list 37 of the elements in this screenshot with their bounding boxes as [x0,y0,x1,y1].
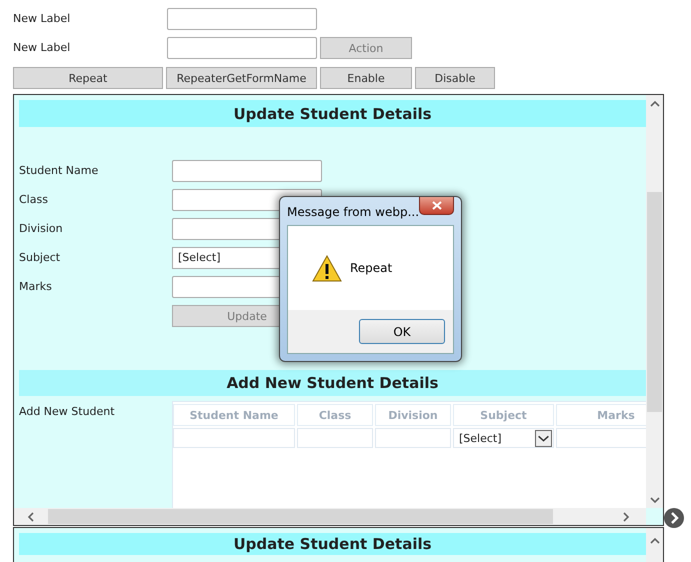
field-label: Division [19,221,64,237]
toolbar-button[interactable]: Enable [320,67,412,89]
chevron-down-icon[interactable] [650,496,660,504]
select-field[interactable]: [Select] [453,428,554,448]
column-header: Division [375,404,451,426]
field-label: Student Name [19,163,100,179]
field-label: Add New Student [19,404,116,420]
section-header: Update Student Details [19,100,646,127]
toolbar-button[interactable]: RepeaterGetFormName [166,67,317,89]
dropdown-caret-icon[interactable] [535,430,552,446]
field-label: Class [19,192,49,208]
column-header: Subject [453,404,554,426]
dialog-title: Message from webp... [287,204,420,221]
chevron-left-icon[interactable] [27,512,35,522]
text-field[interactable] [167,8,317,30]
field-label: Subject [19,250,62,266]
field-label: Marks [19,279,53,295]
chevron-up-icon[interactable] [650,536,660,544]
text-field[interactable] [172,160,322,182]
toolbar-button[interactable]: Disable [415,67,495,89]
warning-icon [312,254,342,282]
column-header: Class [297,404,373,426]
column-header: Student Name [173,404,295,426]
close-button[interactable] [419,197,454,215]
field-label: New Label [13,11,72,25]
chevron-right-icon[interactable] [622,512,630,522]
toolbar-button[interactable]: Repeat [13,67,163,89]
section-header: Update Student Details [19,533,646,555]
vertical-scrollbar[interactable] [646,95,663,508]
chevron-up-icon[interactable] [650,100,660,108]
field-label: New Label [13,40,72,54]
section-header: Add New Student Details [19,370,646,396]
horizontal-scrollbar[interactable] [14,508,646,525]
ok-button[interactable]: OK [359,319,445,344]
text-field[interactable] [167,37,317,59]
dialog-message: Repeat [350,261,392,275]
close-icon [432,201,442,210]
